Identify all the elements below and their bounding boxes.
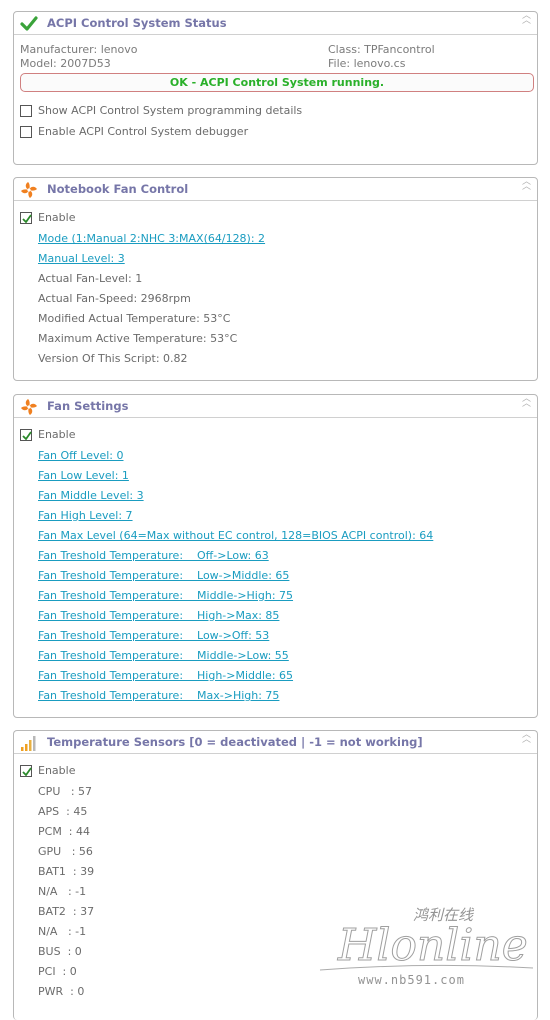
threshold-high-middle-link[interactable]: Fan Treshold Temperature: High->Middle: … bbox=[38, 669, 293, 683]
sensor-na-1: N/A : -1 bbox=[38, 885, 87, 898]
checkmark-icon bbox=[22, 214, 32, 224]
fan-settings-title: Fan Settings bbox=[47, 399, 129, 413]
fan-control-enable-label: Enable bbox=[38, 211, 76, 224]
signal-bars-icon bbox=[20, 734, 38, 752]
actual-fan-speed: Actual Fan-Speed: 2968rpm bbox=[38, 292, 191, 305]
sensors-title: Temperature Sensors [0 = deactivated | -… bbox=[47, 735, 423, 749]
acpi-panel-title: ACPI Control System Status bbox=[47, 16, 227, 30]
script-version: Version Of This Script: 0.82 bbox=[38, 352, 188, 365]
class-label: Class: TPFancontrol bbox=[328, 43, 435, 56]
temperature-sensors-panel: Temperature Sensors [0 = deactivated | -… bbox=[13, 730, 538, 1020]
fan-low-level-link[interactable]: Fan Low Level: 1 bbox=[38, 469, 129, 483]
fan-control-header: Notebook Fan Control ︿ ︿ bbox=[14, 178, 537, 201]
fan-middle-level-link[interactable]: Fan Middle Level: 3 bbox=[38, 489, 144, 503]
fan-settings-header: Fan Settings ︿ ︿ bbox=[14, 395, 537, 418]
debugger-checkbox[interactable] bbox=[20, 126, 32, 138]
double-chevron-up-icon[interactable]: ︿ ︿ bbox=[522, 395, 531, 409]
checkmark-icon bbox=[22, 431, 32, 441]
sensor-na-2: N/A : -1 bbox=[38, 925, 87, 938]
threshold-middle-low-link[interactable]: Fan Treshold Temperature: Middle->Low: 5… bbox=[38, 649, 289, 663]
sensor-bat2: BAT2 : 37 bbox=[38, 905, 95, 918]
actual-fan-level: Actual Fan-Level: 1 bbox=[38, 272, 143, 285]
sensors-enable-checkbox[interactable] bbox=[20, 765, 32, 777]
sensor-pcm: PCM : 44 bbox=[38, 825, 90, 838]
double-chevron-up-icon[interactable]: ︿ ︿ bbox=[522, 12, 531, 26]
threshold-high-max-link[interactable]: Fan Treshold Temperature: High->Max: 85 bbox=[38, 609, 279, 623]
maximum-active-temperature: Maximum Active Temperature: 53°C bbox=[38, 332, 238, 345]
fan-icon bbox=[20, 398, 38, 416]
fan-settings-panel: Fan Settings ︿ ︿ Enable Fan Off Level: 0 … bbox=[13, 394, 538, 718]
debugger-label: Enable ACPI Control System debugger bbox=[38, 125, 249, 138]
threshold-middle-high-link[interactable]: Fan Treshold Temperature: Middle->High: … bbox=[38, 589, 293, 603]
acpi-panel-header: ACPI Control System Status ︿ ︿ bbox=[14, 12, 537, 35]
threshold-max-high-link[interactable]: Fan Treshold Temperature: Max->High: 75 bbox=[38, 689, 279, 703]
threshold-low-off-link[interactable]: Fan Treshold Temperature: Low->Off: 53 bbox=[38, 629, 269, 643]
checkmark-icon bbox=[20, 15, 38, 33]
fan-off-level-link[interactable]: Fan Off Level: 0 bbox=[38, 449, 124, 463]
fan-high-level-link[interactable]: Fan High Level: 7 bbox=[38, 509, 133, 523]
sensors-header: Temperature Sensors [0 = deactivated | -… bbox=[14, 731, 537, 754]
sensor-cpu: CPU : 57 bbox=[38, 785, 93, 798]
programming-details-checkbox[interactable] bbox=[20, 105, 32, 117]
sensor-bat1: BAT1 : 39 bbox=[38, 865, 95, 878]
fan-settings-enable-label: Enable bbox=[38, 428, 76, 441]
fan-control-enable-checkbox[interactable] bbox=[20, 212, 32, 224]
double-chevron-up-icon[interactable]: ︿ ︿ bbox=[522, 731, 531, 745]
sensor-bus: BUS : 0 bbox=[38, 945, 82, 958]
sensor-pci: PCI : 0 bbox=[38, 965, 77, 978]
manual-level-link[interactable]: Manual Level: 3 bbox=[38, 252, 125, 266]
status-message: OK - ACPI Control System running. bbox=[20, 73, 534, 92]
threshold-off-low-link[interactable]: Fan Treshold Temperature: Off->Low: 63 bbox=[38, 549, 269, 563]
model-label: Model: 2007D53 bbox=[20, 57, 111, 70]
fan-control-panel: Notebook Fan Control ︿ ︿ Enable Mode (1:M… bbox=[13, 177, 538, 381]
manufacturer-label: Manufacturer: lenovo bbox=[20, 43, 138, 56]
modified-actual-temperature: Modified Actual Temperature: 53°C bbox=[38, 312, 231, 325]
double-chevron-up-icon[interactable]: ︿ ︿ bbox=[522, 178, 531, 192]
threshold-low-middle-link[interactable]: Fan Treshold Temperature: Low->Middle: 6… bbox=[38, 569, 289, 583]
fan-max-level-link[interactable]: Fan Max Level (64=Max without EC control… bbox=[38, 529, 433, 543]
fan-control-title: Notebook Fan Control bbox=[47, 182, 189, 196]
sensors-enable-label: Enable bbox=[38, 764, 76, 777]
file-label: File: lenovo.cs bbox=[328, 57, 406, 70]
programming-details-label: Show ACPI Control System programming det… bbox=[38, 104, 303, 117]
acpi-status-panel: ACPI Control System Status ︿ ︿ Manufactur… bbox=[13, 11, 538, 165]
sensor-pwr: PWR : 0 bbox=[38, 985, 85, 998]
sensor-aps: APS : 45 bbox=[38, 805, 88, 818]
sensor-gpu: GPU : 56 bbox=[38, 845, 93, 858]
fan-icon bbox=[20, 181, 38, 199]
mode-link[interactable]: Mode (1:Manual 2:NHC 3:MAX(64/128): 2 bbox=[38, 232, 265, 246]
checkmark-icon bbox=[22, 767, 32, 777]
fan-settings-enable-checkbox[interactable] bbox=[20, 429, 32, 441]
